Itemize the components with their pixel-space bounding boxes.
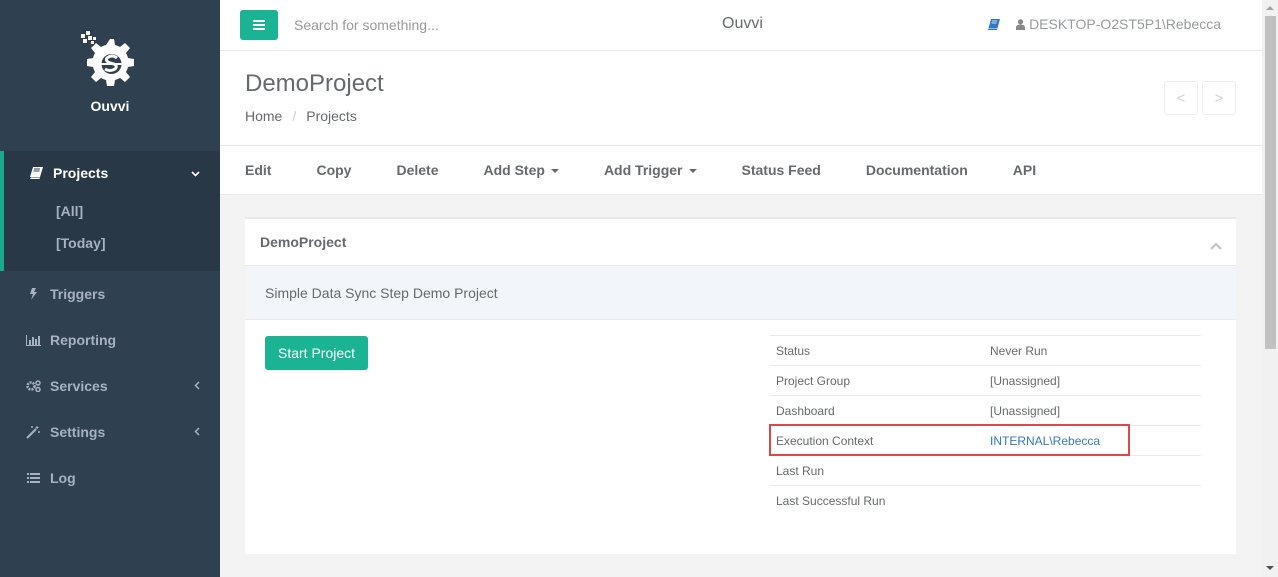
sidebar-item-log[interactable]: Log bbox=[0, 455, 220, 501]
app-logo-text: Ouvvi bbox=[90, 98, 130, 114]
detail-value: Never Run bbox=[990, 343, 1048, 358]
delete-label: Delete bbox=[396, 162, 439, 178]
breadcrumb-separator: / bbox=[292, 108, 297, 124]
table-row-dashboard: Dashboard [Unassigned] bbox=[770, 395, 1201, 426]
add-step-label: Add Step bbox=[483, 162, 545, 178]
list-icon bbox=[24, 473, 42, 483]
detail-key: Project Group bbox=[776, 373, 851, 388]
bolt-icon bbox=[24, 288, 42, 300]
add-trigger-dropdown[interactable]: Add Trigger bbox=[604, 162, 697, 178]
api-link[interactable]: API bbox=[1013, 162, 1036, 178]
bar-chart-icon bbox=[24, 334, 42, 346]
page-scrollbar[interactable] bbox=[1262, 0, 1278, 577]
documentation-book-icon[interactable] bbox=[988, 18, 1001, 30]
sidebar-item-label: Services bbox=[50, 378, 108, 394]
execution-context-link[interactable]: INTERNAL\Rebecca bbox=[990, 434, 1100, 448]
username: DESKTOP-O2ST5P1\Rebecca bbox=[1029, 16, 1221, 32]
detail-value: [Unassigned] bbox=[990, 403, 1061, 418]
documentation-label: Documentation bbox=[865, 162, 968, 178]
table-row-last-run: Last Run bbox=[770, 455, 1201, 486]
detail-value: [Unassigned] bbox=[990, 373, 1061, 388]
sidebar-subitem-today[interactable]: [Today] bbox=[4, 227, 220, 259]
start-project-button[interactable]: Start Project bbox=[265, 336, 368, 370]
project-details-table: Status Never Run Project Group [Unassign… bbox=[770, 335, 1201, 516]
page-title: DemoProject bbox=[245, 70, 384, 97]
project-description: Simple Data Sync Step Demo Project bbox=[245, 266, 1236, 320]
project-panel: DemoProject Simple Data Sync Step Demo P… bbox=[245, 217, 1236, 554]
breadcrumb-projects[interactable]: Projects bbox=[306, 108, 357, 124]
project-toolbar: Edit Copy Delete Add Step Add Trigger St… bbox=[220, 146, 1262, 195]
add-trigger-label: Add Trigger bbox=[603, 162, 683, 178]
user-menu[interactable]: DESKTOP-O2ST5P1\Rebecca bbox=[1016, 16, 1221, 32]
edit-button[interactable]: Edit bbox=[245, 162, 271, 178]
top-navbar: Ouvvi DESKTOP-O2ST5P1\Rebecca bbox=[220, 0, 1262, 51]
copy-label: Copy bbox=[316, 162, 352, 178]
edit-label: Edit bbox=[245, 162, 272, 178]
search-input[interactable] bbox=[294, 13, 594, 37]
sidebar-item-label: Log bbox=[50, 470, 76, 486]
detail-key: Dashboard bbox=[776, 403, 835, 418]
scrollbar-thumb[interactable] bbox=[1265, 16, 1276, 349]
sidebar-item-label: Settings bbox=[50, 424, 106, 440]
sidebar-toggle-button[interactable] bbox=[240, 10, 278, 40]
table-row-status: Status Never Run bbox=[770, 335, 1201, 366]
sidebar-item-projects[interactable]: Projects bbox=[4, 151, 220, 195]
sidebar-section-projects: Projects [All] [Today] bbox=[0, 151, 220, 271]
scroll-down-arrow-icon[interactable] bbox=[1266, 566, 1274, 570]
hamburger-menu-icon bbox=[253, 18, 265, 33]
status-feed-link[interactable]: Status Feed bbox=[742, 162, 821, 178]
book-icon bbox=[27, 167, 45, 179]
detail-key: Last Run bbox=[776, 463, 825, 478]
detail-key: Last Successful Run bbox=[776, 493, 886, 508]
sidebar-item-settings[interactable]: Settings bbox=[0, 409, 220, 455]
breadcrumb-home[interactable]: Home bbox=[245, 108, 282, 124]
chevron-up-icon[interactable] bbox=[1210, 237, 1222, 253]
detail-value: INTERNAL\Rebecca bbox=[984, 426, 1201, 456]
detail-key: Execution Context bbox=[776, 433, 874, 448]
api-label: API bbox=[1012, 162, 1037, 178]
table-row-execution-context: Execution Context INTERNAL\Rebecca bbox=[770, 425, 1201, 456]
chevron-left-icon bbox=[194, 379, 200, 393]
user-icon bbox=[1016, 18, 1026, 30]
caret-down-icon bbox=[688, 169, 697, 173]
table-row-last-successful-run: Last Successful Run bbox=[770, 485, 1201, 516]
logo-area: Ouvvi bbox=[0, 0, 220, 151]
topbar-brand: Ouvvi bbox=[722, 15, 763, 32]
previous-project-button[interactable]: < bbox=[1164, 81, 1198, 115]
sidebar: Ouvvi Projects [All] [Today] Triggers Re… bbox=[0, 0, 220, 577]
delete-button[interactable]: Delete bbox=[396, 162, 438, 178]
sidebar-subitem-all[interactable]: [All] bbox=[4, 195, 220, 227]
status-feed-label: Status Feed bbox=[741, 162, 821, 178]
sidebar-item-services[interactable]: Services bbox=[0, 363, 220, 409]
magic-wand-icon bbox=[24, 425, 42, 439]
sidebar-item-triggers[interactable]: Triggers bbox=[0, 271, 220, 317]
copy-button[interactable]: Copy bbox=[316, 162, 351, 178]
next-project-button[interactable]: > bbox=[1202, 81, 1236, 115]
chevron-left-icon bbox=[194, 425, 200, 439]
table-row-project-group: Project Group [Unassigned] bbox=[770, 365, 1201, 396]
detail-value bbox=[984, 456, 1201, 486]
page-heading: DemoProject Home / Projects < > bbox=[220, 51, 1262, 146]
gears-icon bbox=[24, 380, 42, 392]
sidebar-item-label: Triggers bbox=[50, 286, 106, 302]
detail-value bbox=[984, 486, 1201, 516]
sidebar-item-label: Projects bbox=[53, 165, 109, 181]
topbar-right: DESKTOP-O2ST5P1\Rebecca bbox=[988, 16, 1221, 32]
documentation-link[interactable]: Documentation bbox=[866, 162, 968, 178]
project-pager: < > bbox=[1164, 81, 1236, 115]
chevron-down-icon bbox=[191, 166, 200, 180]
sidebar-item-label: Reporting bbox=[50, 332, 117, 348]
panel-header: DemoProject bbox=[245, 219, 1236, 266]
detail-key: Status bbox=[776, 343, 811, 358]
breadcrumb: Home / Projects bbox=[245, 108, 357, 124]
scroll-up-arrow-icon[interactable] bbox=[1266, 6, 1274, 10]
panel-title: DemoProject bbox=[260, 234, 347, 250]
ouvvi-gear-logo-icon bbox=[81, 31, 134, 86]
caret-down-icon bbox=[550, 169, 559, 173]
add-step-dropdown[interactable]: Add Step bbox=[483, 162, 559, 178]
sidebar-item-reporting[interactable]: Reporting bbox=[0, 317, 220, 363]
